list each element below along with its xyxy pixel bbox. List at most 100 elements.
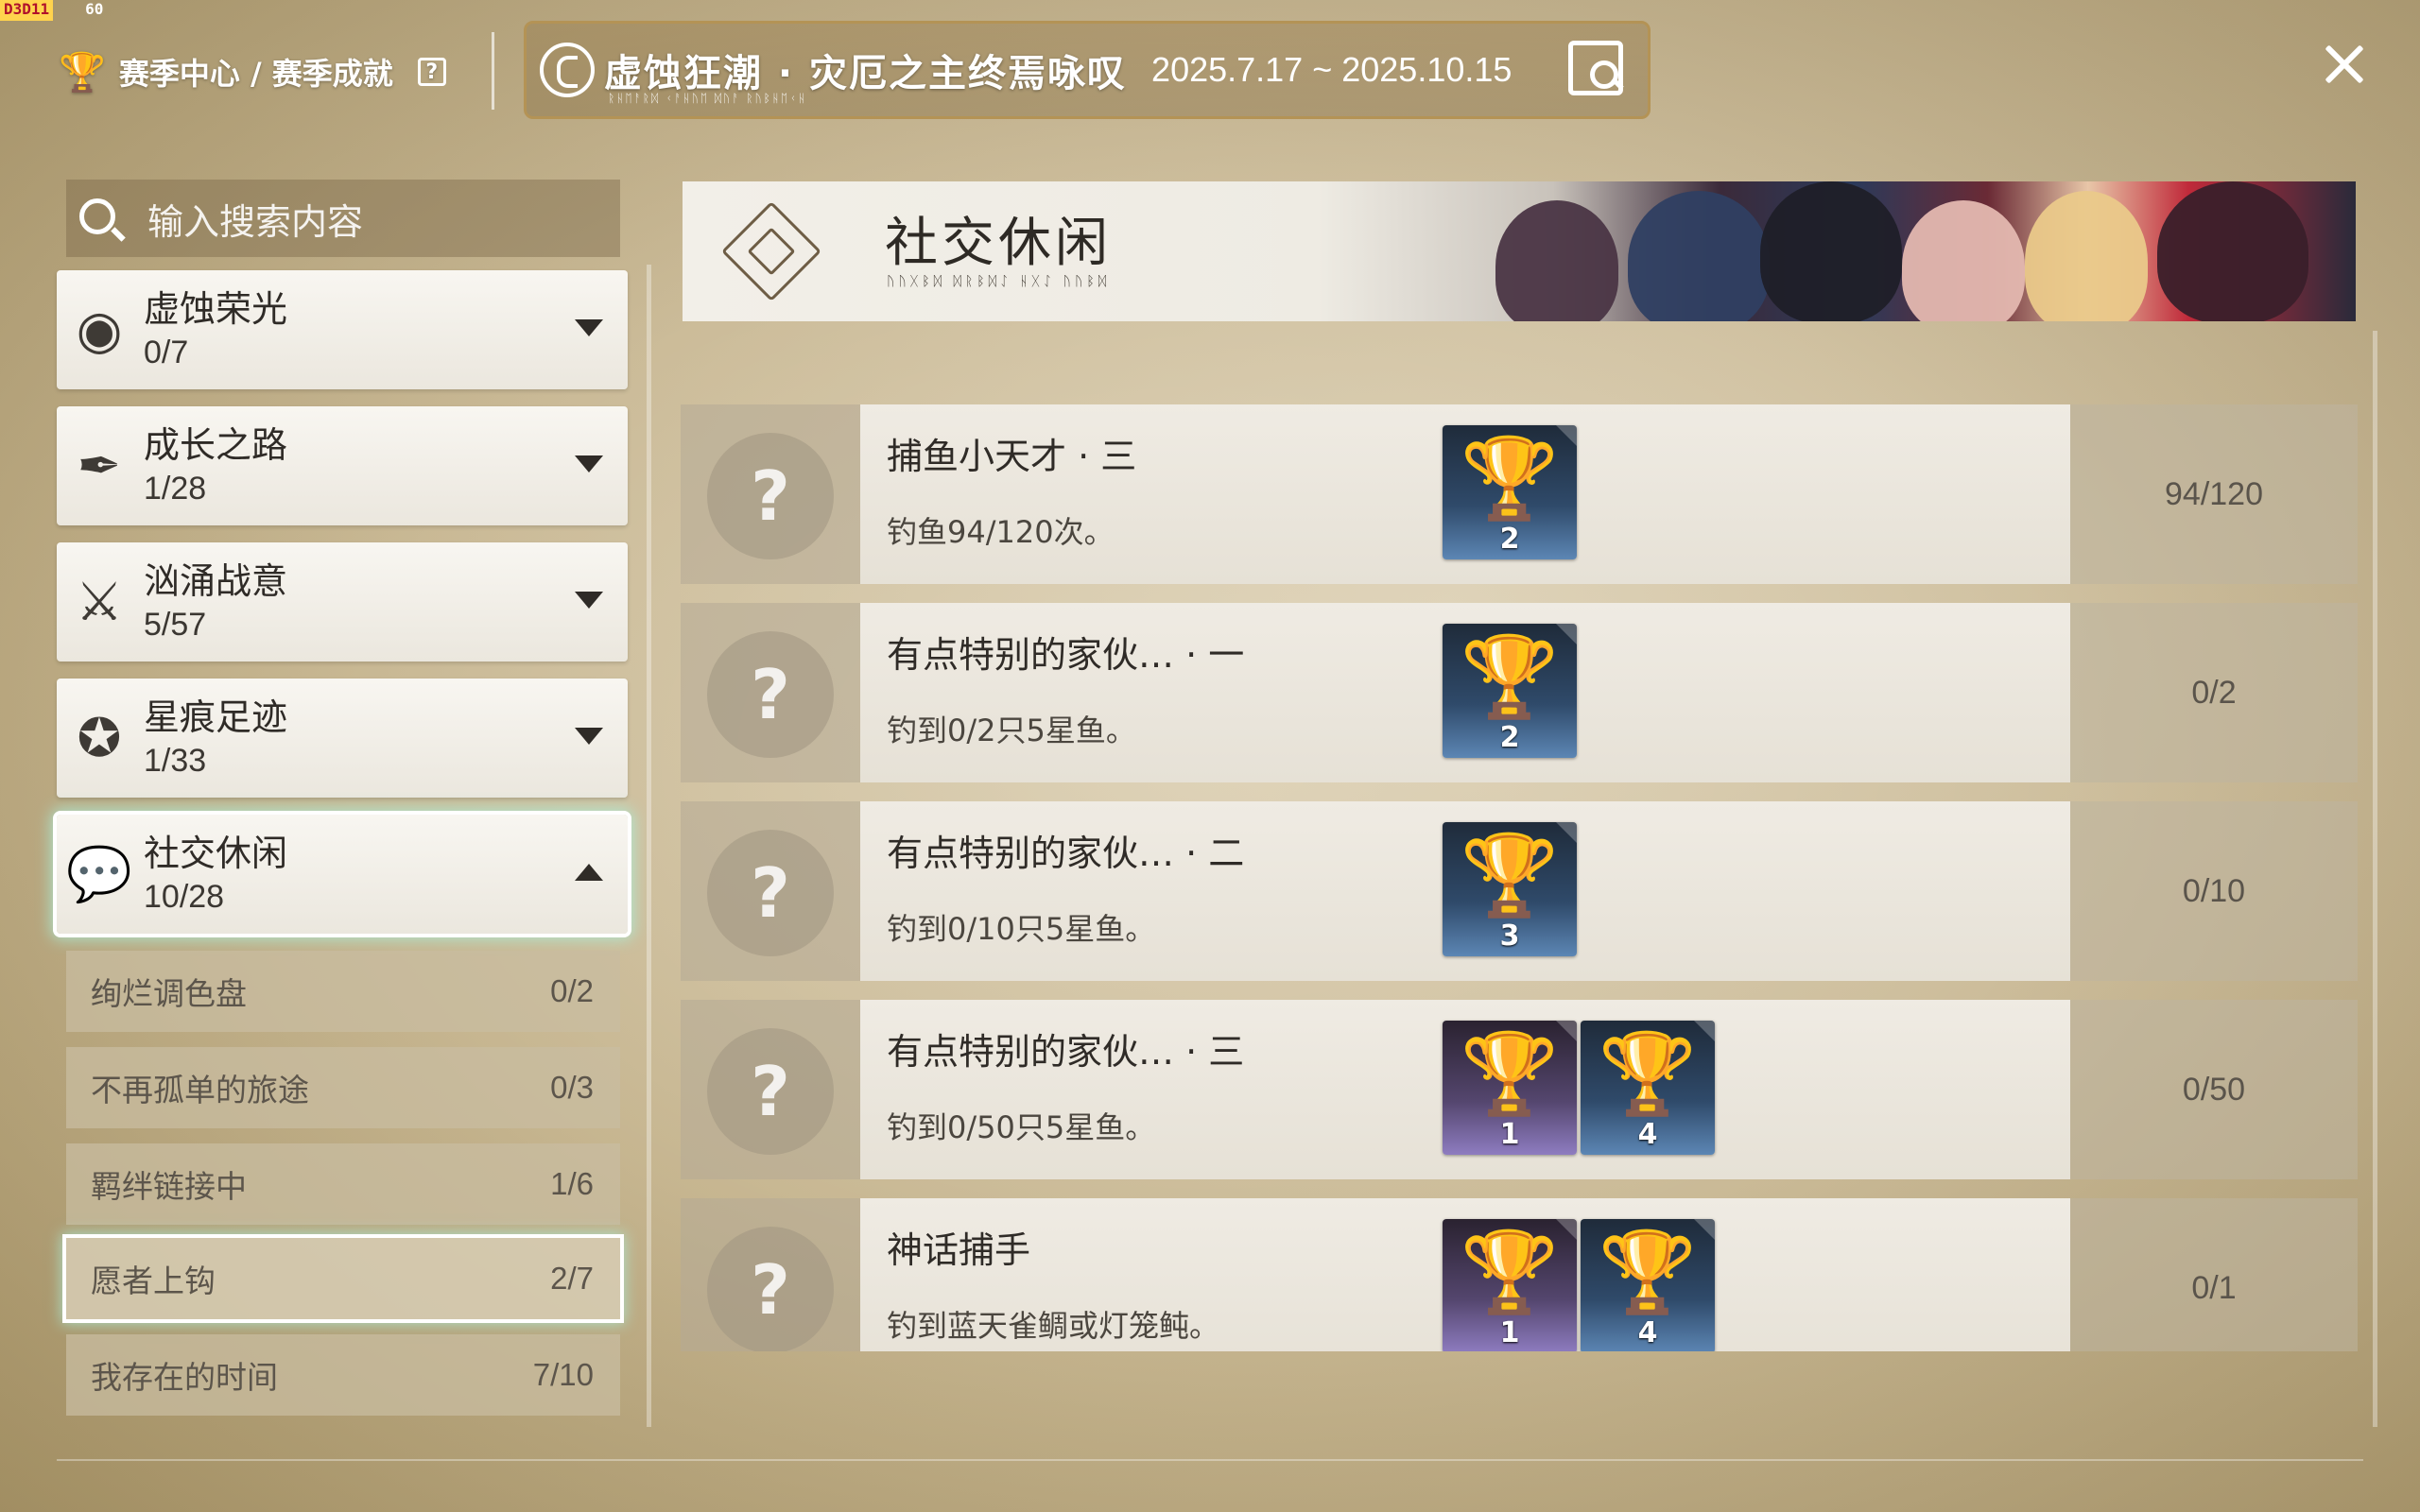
achievement-title: 有点特别的家伙… · 一 [887,634,1245,676]
character-art [1628,191,1770,321]
reward-silver-trophy[interactable]: 🏆 4 [1581,1219,1715,1351]
reward-amount: 2 [1499,721,1520,754]
season-logo-icon [540,43,595,97]
category-name: 成长之路 [144,424,288,466]
locked-question-icon: ? [707,1227,834,1351]
breadcrumb-text[interactable]: 赛季中心 / 赛季成就 [119,50,393,94]
debug-overlay: D3D11 60 [0,0,107,21]
achievement-desc: 钓鱼94/120次。 [887,514,1115,550]
quill-book-icon: ✒ [77,435,122,497]
header-divider [492,32,494,110]
category-count: 5/57 [144,607,207,643]
reward-silver-trophy[interactable]: 🏆 4 [1581,1021,1715,1155]
banner-subtitle: ᚢᚢᚷᛒᛞ ᛞᚱᛒᛞᛇ ᚺᚷᛇ ᚢᚢᛒᛞ [887,274,1111,289]
trophy-icon: 🏆 [59,50,106,94]
chat-bubbles-icon: 💬 [66,844,132,905]
locked-question-icon: ? [707,830,834,956]
reward-silver-trophy[interactable]: 🏆 3 [1443,822,1577,956]
chevron-down-icon [575,592,603,609]
reward-silver-trophy[interactable]: 🏆 2 [1443,425,1577,559]
search-placeholder: 输入搜索内容 [147,200,364,243]
category-name: 虚蚀荣光 [144,288,288,330]
locked-question-icon: ? [707,631,834,758]
right-scrollbar[interactable] [2373,331,2377,1427]
achievement-info: 捕鱼小天才 · 三 钓鱼94/120次。 🏆 2 [860,404,2070,584]
subcategory-item[interactable]: 不再孤单的旅途 0/3 [66,1047,620,1128]
subcategory-count: 0/2 [550,973,594,1008]
subcategory-name: 羁绊链接中 [91,1168,247,1205]
chevron-down-icon [575,728,603,745]
subcategory-name: 绚烂调色盘 [91,975,247,1012]
achievement-title: 神话捕手 [887,1229,1031,1271]
category-banner: 社交休闲 ᚢᚢᚷᛒᛞ ᛞᚱᛒᛞᛇ ᚺᚷᛇ ᚢᚢᛒᛞ [683,181,2356,321]
achievement-desc: 钓到0/50只5星鱼。 [887,1109,1156,1145]
achievement-progress: 94/120 [2070,404,2358,584]
achievement-row[interactable]: ? 有点特别的家伙… · 二 钓到0/10只5星鱼。 🏆 3 0/10 [681,801,2358,981]
subcategory-count: 7/10 [532,1357,594,1392]
category-count: 1/28 [144,471,207,507]
reward-gold-trophy[interactable]: 🏆 1 [1443,1021,1577,1155]
achievement-title: 有点特别的家伙… · 二 [887,833,1245,874]
season-subtitle: ᚱᚺᛖᚨᚱᛞ ᚲᚨᚺᚢᛖ ᛞᚢᚨ ᚱᚢᛒᚺᛖᚲᚺ [608,92,807,105]
character-art [2157,181,2308,321]
category-shejiao-xiuxian[interactable]: 💬 社交休闲 10/28 [57,815,628,934]
eye-icon: ◉ [76,299,123,361]
breadcrumb: 🏆 赛季中心 / 赛季成就 ? [59,43,446,100]
chevron-down-icon [575,455,603,472]
season-title: 虚蚀狂潮 · 灾厄之主终焉咏叹 [604,52,1128,95]
trophy-icon: 🏆 [1460,1027,1560,1120]
character-art [1902,200,2025,321]
achievement-icon-slot: ? [681,801,860,981]
achievement-progress: 0/10 [2070,801,2358,981]
category-chengzhang-zhilu[interactable]: ✒ 成长之路 1/28 [57,406,628,525]
reward-silver-trophy[interactable]: 🏆 2 [1443,624,1577,758]
category-name: 汹涌战意 [144,560,288,602]
reward-amount: 1 [1499,1118,1520,1151]
search-input[interactable]: 输入搜索内容 [66,180,620,257]
trophy-icon: 🏆 [1460,829,1560,921]
achievement-info: 有点特别的家伙… · 二 钓到0/10只5星鱼。 🏆 3 [860,801,2070,981]
season-detail-icon[interactable] [1568,41,1623,95]
achievement-row[interactable]: ? 神话捕手 钓到蓝天雀鲷或灯笼鲀。 🏆 1 🏆 4 0/1 [681,1198,2358,1351]
fps-counter: 60 [85,0,104,18]
subcategory-item[interactable]: 我存在的时间 7/10 [66,1334,620,1416]
left-scrollbar[interactable] [647,265,651,1427]
trophy-icon: 🏆 [1598,1226,1698,1318]
subcategory-name: 愿者上钩 [91,1263,216,1299]
achievement-row[interactable]: ? 有点特别的家伙… · 一 钓到0/2只5星鱼。 🏆 2 0/2 [681,603,2358,782]
subcategory-count: 1/6 [550,1166,594,1201]
season-header: 虚蚀狂潮 · 灾厄之主终焉咏叹 ᚱᚺᛖᚨᚱᛞ ᚲᚨᚺᚢᛖ ᛞᚢᚨ ᚱᚢᛒᚺᛖᚲᚺ… [524,21,1651,119]
category-xushi-rongguang[interactable]: ◉ 虚蚀荣光 0/7 [57,270,628,389]
achievement-progress: 0/50 [2070,1000,2358,1179]
help-button[interactable]: ? [417,58,446,86]
locked-question-icon: ? [707,433,834,559]
crossed-weapons-icon: ⚔ [75,571,124,633]
reward-amount: 1 [1499,1316,1520,1349]
achievement-info: 有点特别的家伙… · 一 钓到0/2只5星鱼。 🏆 2 [860,603,2070,782]
reward-amount: 2 [1499,523,1520,556]
reward-amount: 3 [1499,919,1520,953]
subcategory-item-selected[interactable]: 愿者上钩 2/7 [66,1238,620,1319]
subcategory-item[interactable]: 绚烂调色盘 0/2 [66,951,620,1032]
achievement-desc: 钓到0/2只5星鱼。 [887,713,1136,748]
achievement-info: 有点特别的家伙… · 三 钓到0/50只5星鱼。 🏆 1 🏆 4 [860,1000,2070,1179]
achievement-desc: 钓到蓝天雀鲷或灯笼鲀。 [887,1308,1220,1344]
achievement-title: 有点特别的家伙… · 三 [887,1031,1245,1073]
trophy-icon: 🏆 [1460,630,1560,723]
season-dates: 2025.7.17 ~ 2025.10.15 [1151,50,1512,89]
subcategory-item[interactable]: 羁绊链接中 1/6 [66,1143,620,1225]
category-name: 社交休闲 [144,833,288,874]
category-xinghen-zuji[interactable]: ✪ 星痕足迹 1/33 [57,679,628,798]
reward-gold-trophy[interactable]: 🏆 1 [1443,1219,1577,1351]
achievement-icon-slot: ? [681,404,860,584]
character-art [2025,191,2148,321]
banner-title: 社交休闲 [885,213,1112,274]
achievement-row[interactable]: ? 捕鱼小天才 · 三 钓鱼94/120次。 🏆 2 94/120 [681,404,2358,584]
bottom-divider [57,1459,2363,1461]
close-icon[interactable] [2324,43,2365,85]
subcategory-name: 不再孤单的旅途 [91,1072,309,1108]
achievement-row[interactable]: ? 有点特别的家伙… · 三 钓到0/50只5星鱼。 🏆 1 🏆 4 0/50 [681,1000,2358,1179]
social-emblem-icon [720,200,822,302]
category-xiongyong-zhanyi[interactable]: ⚔ 汹涌战意 5/57 [57,542,628,662]
chevron-up-icon [575,864,603,881]
